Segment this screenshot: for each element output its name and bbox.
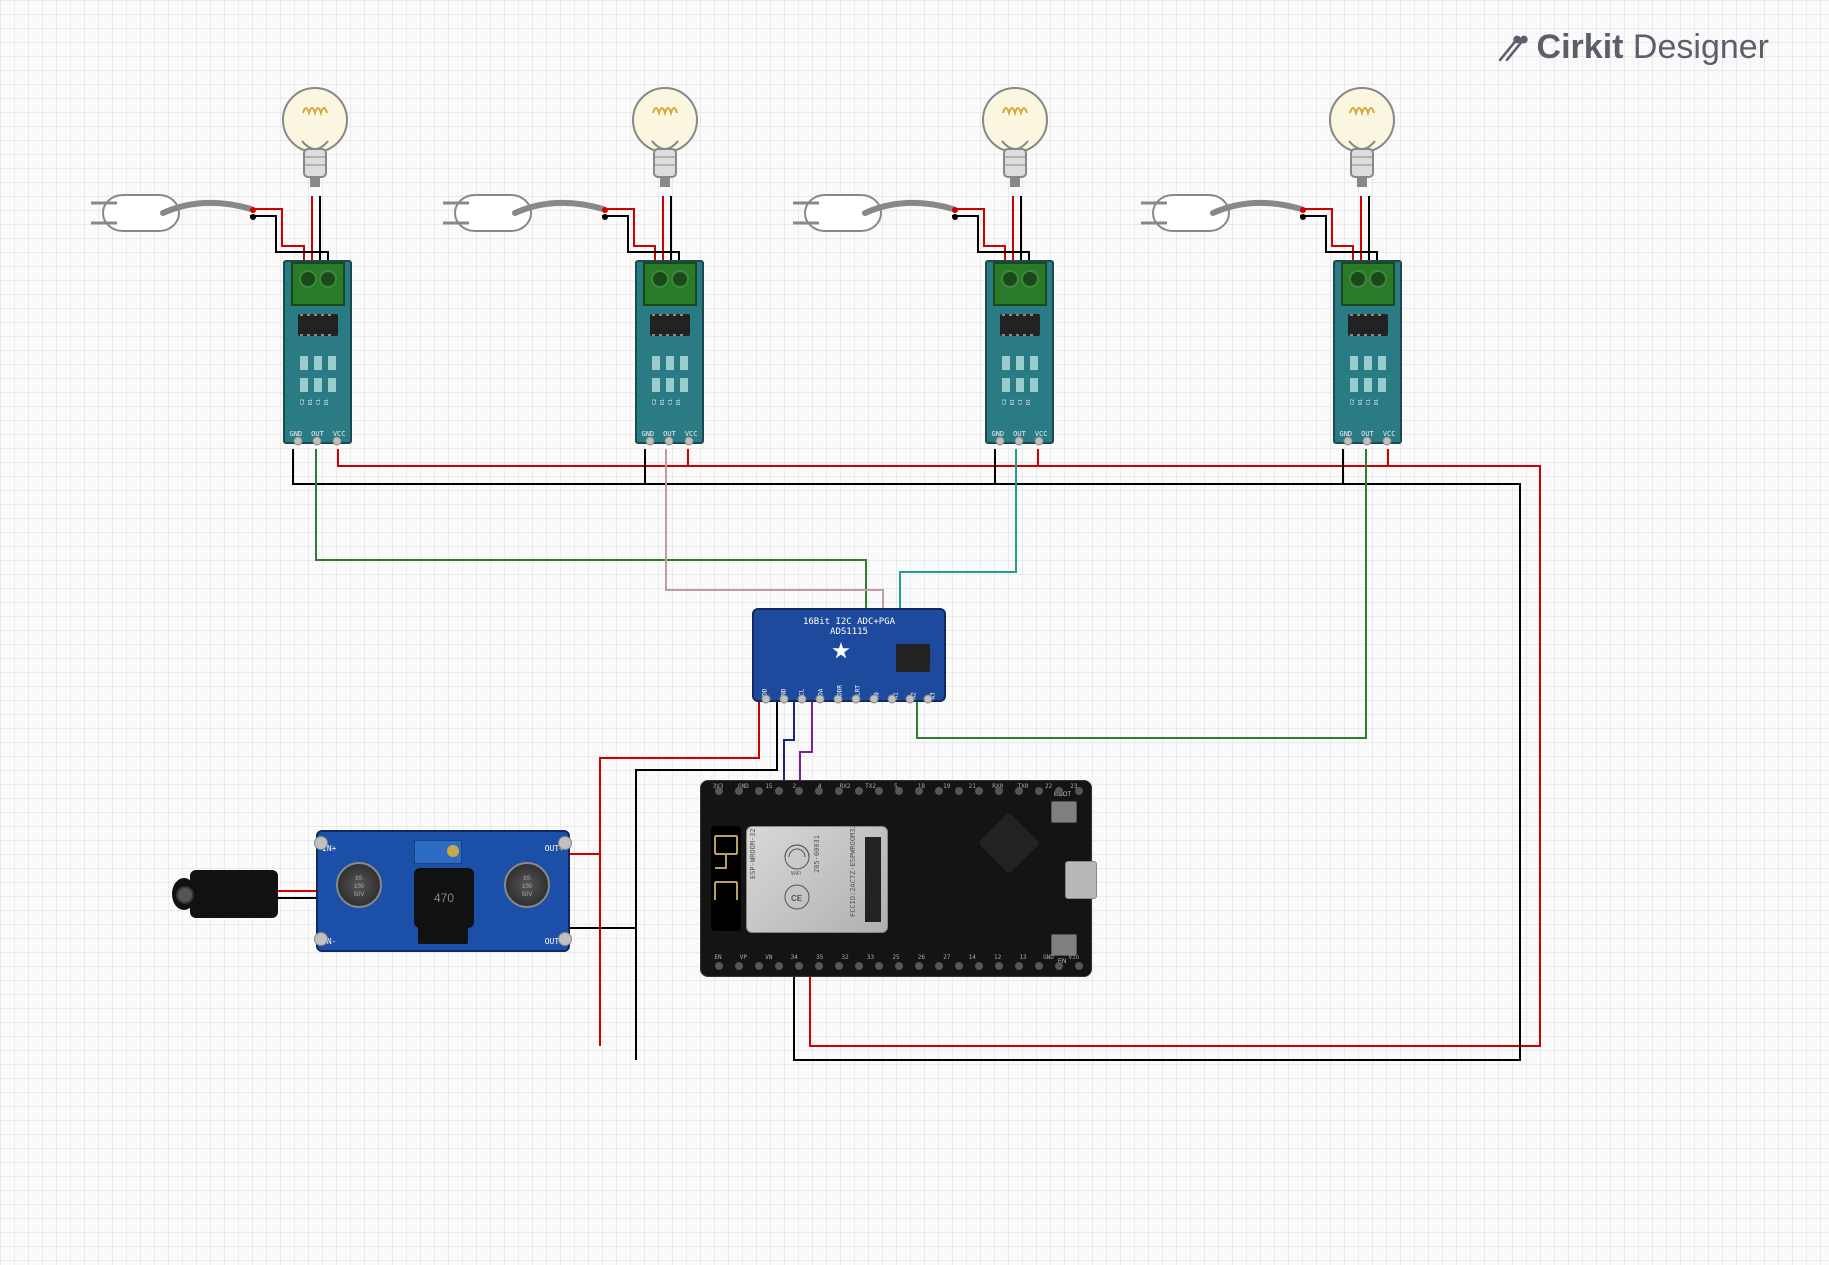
ac-plug-icon[interactable] xyxy=(85,185,265,245)
svg-text:D1: D1 xyxy=(1374,399,1380,405)
light-bulb-icon[interactable] xyxy=(630,85,700,200)
capacitor-icon: 6S 100 50V xyxy=(336,862,382,908)
current-sensor-acs712[interactable]: C2 R1 C1 D1 GND OUT VCC xyxy=(1333,260,1402,444)
dc-barrel-jack[interactable] xyxy=(190,870,278,918)
wire xyxy=(784,700,794,787)
ac-plug-icon[interactable] xyxy=(1135,185,1315,245)
current-sensor-acs712[interactable]: C2 R1 C1 D1 GND OUT VCC xyxy=(635,260,704,444)
svg-text:C1: C1 xyxy=(668,399,674,405)
svg-text:C1: C1 xyxy=(316,399,322,405)
pad-icon xyxy=(314,836,328,850)
svg-text:50V: 50V xyxy=(354,892,365,898)
inductor-icon: 470 xyxy=(414,868,474,928)
svg-text:R1: R1 xyxy=(308,399,314,405)
light-bulb-icon[interactable] xyxy=(980,85,1050,200)
ac-plug-icon[interactable] xyxy=(437,185,617,245)
wire xyxy=(338,449,1388,466)
svg-text:6S: 6S xyxy=(523,876,530,882)
capacitor-icon: 6S 100 50V xyxy=(504,862,550,908)
svg-text:C2: C2 xyxy=(1350,399,1356,405)
sensor-chip-icon xyxy=(650,314,690,336)
sensor-chip-icon xyxy=(1348,314,1388,336)
star-icon xyxy=(832,642,850,660)
adc-title: 16Bit I2C ADC+PGA ADS1115 xyxy=(803,618,895,638)
svg-text:D1: D1 xyxy=(676,399,682,405)
svg-text:R1: R1 xyxy=(660,399,666,405)
svg-text:C1: C1 xyxy=(1366,399,1372,405)
screw-terminal-icon xyxy=(993,262,1047,306)
adc-ads1115[interactable]: 16Bit I2C ADC+PGA ADS1115 VDDGNDSCLSDAAD… xyxy=(752,608,946,702)
svg-text:C2: C2 xyxy=(652,399,658,405)
esp32-devkit[interactable]: ESP-WROOM-32 WiFi CE 205-00031 FCCID:2AC… xyxy=(700,780,1092,977)
sensor-passives-icon: C2 R1 C1 D1 xyxy=(998,352,1042,412)
buck-chip-icon xyxy=(418,926,468,944)
svg-text:C2: C2 xyxy=(300,399,306,405)
svg-text:R1: R1 xyxy=(1010,399,1016,405)
pad-icon xyxy=(314,932,328,946)
buck-converter-lm2596[interactable]: 6S10050V 6S10050V 470 IN+ IN- OUT+ OUT- xyxy=(316,830,570,952)
svg-text:D1: D1 xyxy=(1026,399,1032,405)
pad-icon xyxy=(558,836,572,850)
sensor-passives-icon: C2 R1 C1 D1 xyxy=(1346,352,1390,412)
sensor-passives-icon: C2 R1 C1 D1 xyxy=(648,352,692,412)
wire xyxy=(800,700,812,787)
wire xyxy=(917,449,1366,738)
trimmer-pot-icon xyxy=(414,840,462,864)
svg-text:C2: C2 xyxy=(1002,399,1008,405)
sensor-chip-icon xyxy=(1000,314,1040,336)
pad-icon xyxy=(558,932,572,946)
light-bulb-icon[interactable] xyxy=(280,85,350,200)
svg-text:R1: R1 xyxy=(1358,399,1364,405)
current-sensor-acs712[interactable]: C2 R1 C1 D1 GND OUT VCC xyxy=(283,260,352,444)
screw-terminal-icon xyxy=(291,262,345,306)
adc-chip-icon xyxy=(896,644,930,672)
sensor-chip-icon xyxy=(298,314,338,336)
current-sensor-acs712[interactable]: C2 R1 C1 D1 GND OUT VCC xyxy=(985,260,1054,444)
svg-text:6S: 6S xyxy=(355,876,362,882)
svg-text:D1: D1 xyxy=(324,399,330,405)
svg-text:100: 100 xyxy=(354,884,365,890)
svg-text:50V: 50V xyxy=(522,892,533,898)
light-bulb-icon[interactable] xyxy=(1327,85,1397,200)
screw-terminal-icon xyxy=(643,262,697,306)
ac-plug-icon[interactable] xyxy=(787,185,967,245)
sensor-passives-icon: C2 R1 C1 D1 xyxy=(296,352,340,412)
svg-text:100: 100 xyxy=(522,884,533,890)
svg-text:C1: C1 xyxy=(1018,399,1024,405)
screw-terminal-icon xyxy=(1341,262,1395,306)
